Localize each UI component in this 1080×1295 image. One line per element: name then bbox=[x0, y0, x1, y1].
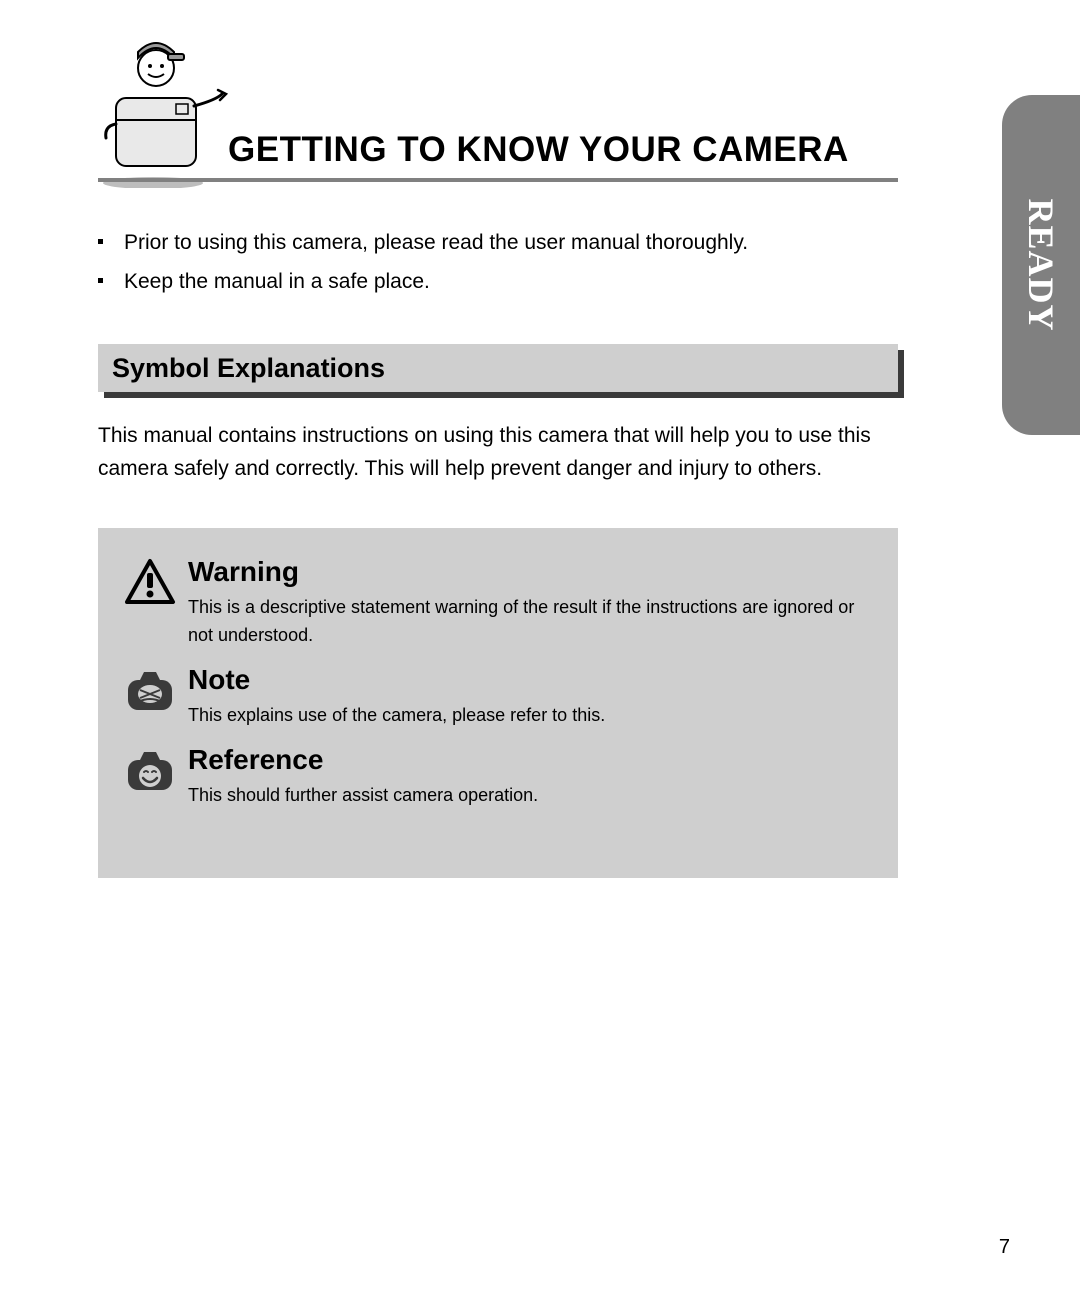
manual-page: READY bbox=[0, 0, 1080, 1295]
list-item: Keep the manual in a safe place. bbox=[98, 263, 898, 302]
section-heading: Symbol Explanations bbox=[98, 344, 898, 398]
symbol-definitions-box: Warning This is a descriptive statement … bbox=[98, 528, 898, 878]
camera-reference-icon bbox=[124, 744, 188, 810]
bullet-icon bbox=[98, 263, 124, 302]
section-heading-bar: Symbol Explanations bbox=[98, 344, 898, 392]
warning-triangle-icon bbox=[124, 556, 188, 650]
page-title: GETTING TO KNOW YOUR CAMERA bbox=[228, 130, 849, 170]
mascot-illustration bbox=[98, 28, 228, 188]
symbol-title: Warning bbox=[188, 556, 872, 588]
symbol-desc: This is a descriptive statement warning … bbox=[188, 594, 872, 650]
symbol-desc: This should further assist camera operat… bbox=[188, 782, 872, 810]
symbol-item-reference: Reference This should further assist cam… bbox=[124, 744, 872, 810]
header-rule bbox=[98, 178, 898, 182]
symbol-desc: This explains use of the camera, please … bbox=[188, 702, 872, 730]
symbol-item-warning: Warning This is a descriptive statement … bbox=[124, 556, 872, 650]
bullet-icon bbox=[98, 224, 124, 263]
symbol-title: Note bbox=[188, 664, 872, 696]
page-header: GETTING TO KNOW YOUR CAMERA bbox=[98, 28, 898, 188]
page-number: 7 bbox=[999, 1236, 1010, 1259]
symbol-item-note: Note This explains use of the camera, pl… bbox=[124, 664, 872, 730]
list-item: Prior to using this camera, please read … bbox=[98, 224, 898, 263]
intro-text: Keep the manual in a safe place. bbox=[124, 263, 430, 302]
side-tab: READY bbox=[1002, 95, 1080, 435]
side-tab-label: READY bbox=[1020, 198, 1062, 331]
intro-list: Prior to using this camera, please read … bbox=[98, 224, 898, 302]
section-heading-text: Symbol Explanations bbox=[112, 353, 385, 384]
camera-note-icon bbox=[124, 664, 188, 730]
symbol-title: Reference bbox=[188, 744, 872, 776]
section-paragraph: This manual contains instructions on usi… bbox=[98, 420, 898, 485]
intro-text: Prior to using this camera, please read … bbox=[124, 224, 748, 263]
